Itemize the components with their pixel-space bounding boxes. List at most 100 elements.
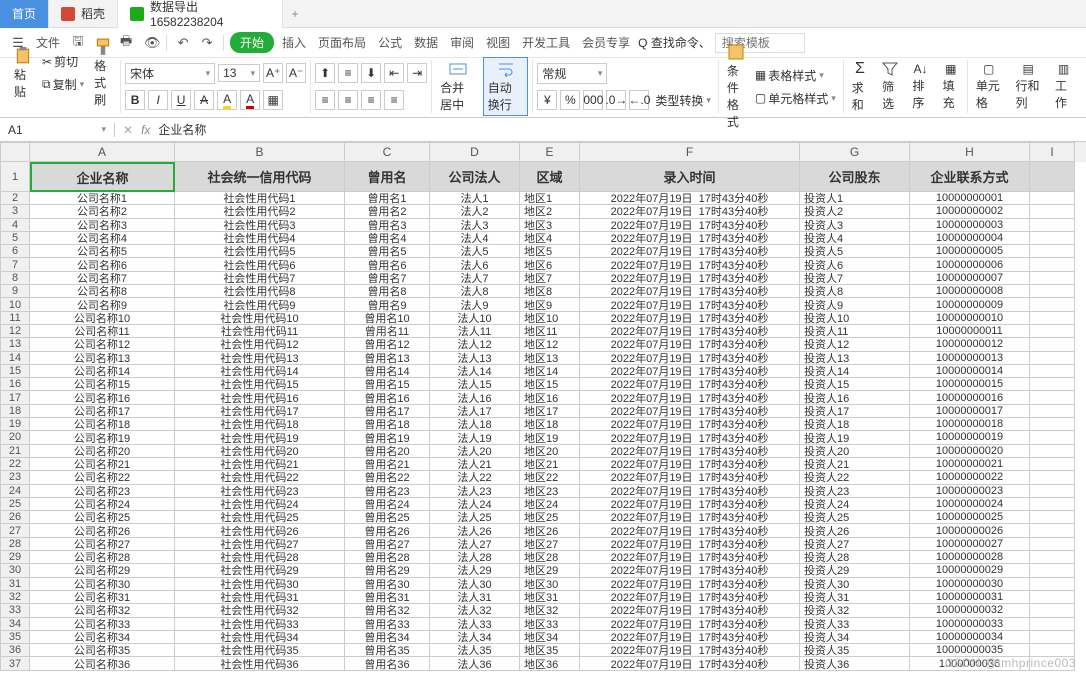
copy-button[interactable]: ⧉复制▾ xyxy=(39,74,87,95)
row-hdr[interactable]: 2 xyxy=(0,192,30,205)
row-hdr[interactable]: 26 xyxy=(0,511,30,524)
cell[interactable]: 曾用名11 xyxy=(345,325,430,338)
row-hdr[interactable]: 3 xyxy=(0,205,30,218)
cell[interactable] xyxy=(1030,232,1075,245)
menu-review[interactable]: 审阅 xyxy=(446,30,478,55)
cell[interactable]: 法人21 xyxy=(430,458,520,471)
row-hdr[interactable]: 16 xyxy=(0,378,30,391)
cell[interactable] xyxy=(1030,272,1075,285)
cell[interactable]: 投资人7 xyxy=(800,272,910,285)
cell[interactable]: 10000000002 xyxy=(910,205,1030,218)
row-hdr[interactable]: 13 xyxy=(0,338,30,351)
cell[interactable]: 公司名称6 xyxy=(30,258,175,271)
format-brush-button[interactable]: 格式刷 xyxy=(90,38,116,108)
cell[interactable]: 投资人16 xyxy=(800,391,910,404)
cell[interactable]: 曾用名8 xyxy=(345,285,430,298)
cell[interactable]: 法人34 xyxy=(430,631,520,644)
cell[interactable]: 法人8 xyxy=(430,285,520,298)
cell[interactable]: 投资人31 xyxy=(800,591,910,604)
font-size-select[interactable]: 13▾ xyxy=(218,64,260,82)
fill-button[interactable]: ▦填充 xyxy=(939,62,963,111)
cell[interactable]: 法人29 xyxy=(430,564,520,577)
cell[interactable]: 10000000026 xyxy=(910,524,1030,537)
cell[interactable]: 地区7 xyxy=(520,272,580,285)
align-top[interactable]: ⬆ xyxy=(315,63,335,83)
cell[interactable] xyxy=(1030,485,1075,498)
cell[interactable] xyxy=(1030,418,1075,431)
cell[interactable]: 公司名称13 xyxy=(30,352,175,365)
cell[interactable]: 10000000022 xyxy=(910,471,1030,484)
cell[interactable]: 公司名称21 xyxy=(30,458,175,471)
merge-center-button[interactable]: 合并居中 xyxy=(436,60,480,113)
cell[interactable]: 2022年07月19日 17时43分40秒 xyxy=(580,391,800,404)
command-search[interactable]: Q 查找命令、 xyxy=(638,33,805,53)
cell[interactable]: 投资人19 xyxy=(800,431,910,444)
cell[interactable]: 10000000010 xyxy=(910,312,1030,325)
cell[interactable]: 投资人33 xyxy=(800,618,910,631)
formula-value[interactable]: 企业名称 xyxy=(158,121,206,138)
cell[interactable]: 法人7 xyxy=(430,272,520,285)
cell[interactable]: 公司名称2 xyxy=(30,205,175,218)
row-hdr[interactable]: 34 xyxy=(0,618,30,631)
cell[interactable]: 投资人9 xyxy=(800,298,910,311)
cell[interactable]: 社会性用代码12 xyxy=(175,338,345,351)
cell[interactable] xyxy=(1030,618,1075,631)
font-color-button[interactable]: A xyxy=(240,90,260,110)
cell[interactable]: 地区6 xyxy=(520,258,580,271)
cell[interactable]: 法人25 xyxy=(430,511,520,524)
cell[interactable]: 投资人20 xyxy=(800,445,910,458)
cell[interactable] xyxy=(1030,445,1075,458)
cell[interactable]: 社会性用代码16 xyxy=(175,391,345,404)
cell[interactable]: 地区11 xyxy=(520,325,580,338)
cell[interactable]: 法人10 xyxy=(430,312,520,325)
cell[interactable]: 地区25 xyxy=(520,511,580,524)
cell[interactable]: 投资人23 xyxy=(800,485,910,498)
cell[interactable]: 2022年07月19日 17时43分40秒 xyxy=(580,511,800,524)
cell[interactable]: 地区10 xyxy=(520,312,580,325)
cell[interactable]: 地区15 xyxy=(520,378,580,391)
cell[interactable]: 曾用名18 xyxy=(345,418,430,431)
cell[interactable]: 10000000003 xyxy=(910,219,1030,232)
cell[interactable]: 2022年07月19日 17时43分40秒 xyxy=(580,445,800,458)
cell[interactable]: 公司名称34 xyxy=(30,631,175,644)
cell[interactable]: 2022年07月19日 17时43分40秒 xyxy=(580,245,800,258)
cell[interactable]: 地区26 xyxy=(520,524,580,537)
cell[interactable]: 法人14 xyxy=(430,365,520,378)
cell[interactable]: 法人26 xyxy=(430,524,520,537)
cell[interactable]: 法人5 xyxy=(430,245,520,258)
row-hdr[interactable]: 24 xyxy=(0,485,30,498)
col-D[interactable]: D xyxy=(430,142,520,162)
cell[interactable]: 10000000011 xyxy=(910,325,1030,338)
menu-layout[interactable]: 页面布局 xyxy=(314,30,370,55)
cell[interactable]: 法人16 xyxy=(430,391,520,404)
cell[interactable] xyxy=(1030,551,1075,564)
cell[interactable]: 社会性用代码14 xyxy=(175,365,345,378)
cell[interactable]: 投资人2 xyxy=(800,205,910,218)
cell[interactable]: 地区4 xyxy=(520,232,580,245)
cell[interactable] xyxy=(1030,524,1075,537)
cell[interactable]: 社会性用代码8 xyxy=(175,285,345,298)
table-style-button[interactable]: ▦表格样式▾ xyxy=(752,65,839,86)
cell[interactable]: 地区35 xyxy=(520,644,580,657)
cell[interactable]: 公司名称24 xyxy=(30,498,175,511)
cell[interactable]: 曾用名26 xyxy=(345,524,430,537)
cell[interactable]: 投资人35 xyxy=(800,644,910,657)
font-select[interactable]: 宋体▾ xyxy=(125,63,215,84)
cell[interactable]: 地区13 xyxy=(520,352,580,365)
col-F[interactable]: F xyxy=(580,142,800,162)
cell[interactable]: 地区21 xyxy=(520,458,580,471)
cell[interactable]: 曾用名4 xyxy=(345,232,430,245)
align-bot[interactable]: ⬇ xyxy=(361,63,381,83)
cell[interactable]: 社会性用代码25 xyxy=(175,511,345,524)
cell[interactable]: 10000000015 xyxy=(910,378,1030,391)
cell[interactable]: 地区31 xyxy=(520,591,580,604)
cell[interactable]: 法人27 xyxy=(430,538,520,551)
cell[interactable] xyxy=(1030,591,1075,604)
cell[interactable]: 社会性用代码4 xyxy=(175,232,345,245)
header-cell[interactable]: 公司法人 xyxy=(430,162,520,192)
cell[interactable]: 地区9 xyxy=(520,298,580,311)
cell[interactable]: 地区2 xyxy=(520,205,580,218)
cell[interactable]: 10000000024 xyxy=(910,498,1030,511)
cell[interactable]: 投资人5 xyxy=(800,245,910,258)
row-hdr[interactable]: 33 xyxy=(0,604,30,617)
